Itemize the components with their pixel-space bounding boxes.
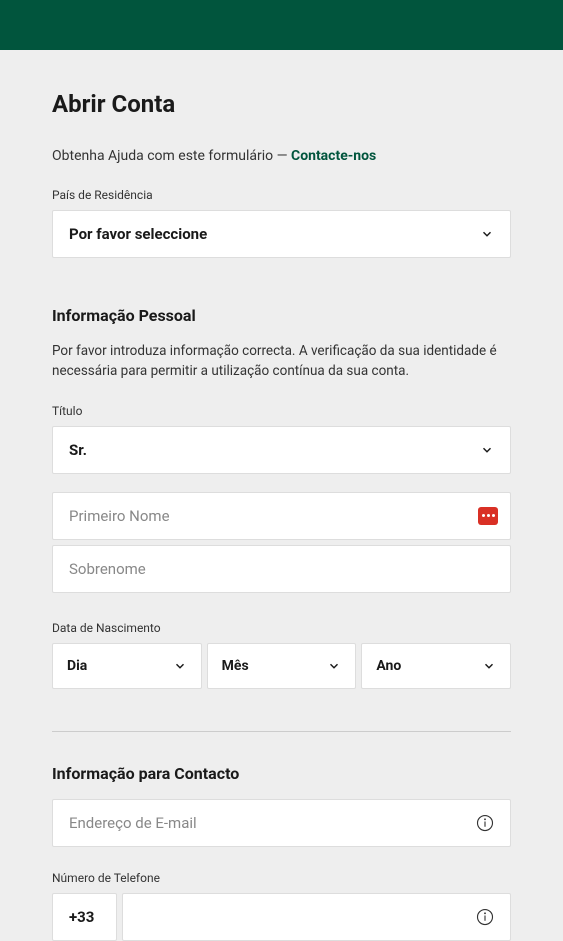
dob-month-value: Mês [222, 658, 249, 674]
last-name-field-wrapper [52, 545, 511, 593]
residence-label: País de Residência [52, 188, 511, 202]
info-icon[interactable] [476, 908, 494, 926]
chevron-down-icon [327, 659, 341, 673]
phone-input-wrapper [122, 893, 511, 941]
title-select-value: Sr. [69, 441, 87, 459]
personal-section-title: Informação Pessoal [52, 306, 511, 325]
password-manager-icon[interactable] [478, 507, 498, 525]
chevron-down-icon [480, 227, 494, 241]
first-name-field-wrapper [52, 492, 511, 540]
contact-us-link[interactable]: Contacte-nos [291, 148, 376, 164]
last-name-input[interactable] [69, 560, 494, 578]
email-field-wrapper [52, 799, 511, 847]
chevron-down-icon [480, 443, 494, 457]
dob-row: Dia Mês Ano [52, 643, 511, 689]
info-icon[interactable] [476, 814, 494, 832]
phone-label: Número de Telefone [52, 871, 511, 885]
title-label: Título [52, 404, 511, 418]
page-title: Abrir Conta [52, 90, 511, 118]
title-select[interactable]: Sr. [52, 426, 511, 474]
help-text: Obtenha Ajuda com este formulário — Cont… [52, 148, 511, 164]
first-name-input[interactable] [69, 507, 494, 525]
header-bar [0, 0, 563, 50]
section-divider [52, 731, 511, 732]
chevron-down-icon [173, 659, 187, 673]
personal-section-description: Por favor introduza informação correcta.… [52, 341, 511, 382]
help-prefix: Obtenha Ajuda com este formulário — [52, 148, 291, 164]
phone-prefix-value: +33 [69, 908, 94, 926]
dob-year-select[interactable]: Ano [361, 643, 511, 689]
phone-input[interactable] [139, 908, 476, 926]
phone-row: +33 [52, 893, 511, 941]
dob-label: Data de Nascimento [52, 621, 511, 635]
residence-select-value: Por favor seleccione [69, 225, 207, 243]
dob-year-value: Ano [376, 658, 401, 674]
dob-day-value: Dia [67, 658, 87, 674]
email-input[interactable] [69, 814, 476, 832]
chevron-down-icon [482, 659, 496, 673]
contact-section-title: Informação para Contacto [52, 764, 511, 783]
form-content: Abrir Conta Obtenha Ajuda com este formu… [0, 50, 563, 941]
residence-select[interactable]: Por favor seleccione [52, 210, 511, 258]
phone-prefix-select[interactable]: +33 [52, 893, 117, 941]
dob-month-select[interactable]: Mês [207, 643, 357, 689]
dob-day-select[interactable]: Dia [52, 643, 202, 689]
